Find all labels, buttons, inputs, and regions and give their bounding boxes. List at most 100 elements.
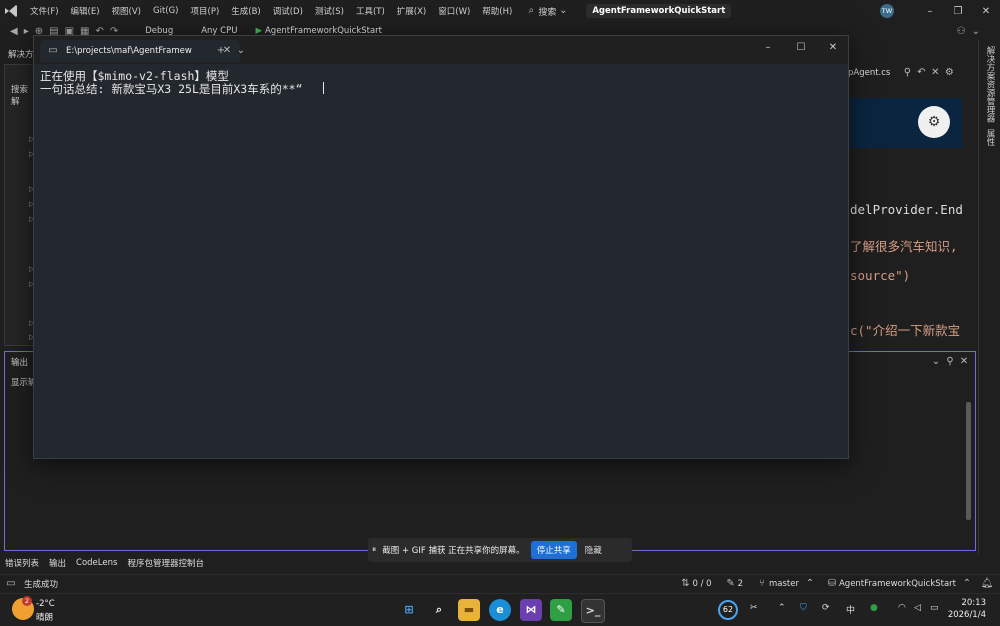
avatar[interactable]: TW bbox=[880, 4, 894, 18]
chevron-down-icon[interactable]: ⌄ bbox=[972, 26, 980, 37]
share-message: 截图 + GIF 捕获 正在共享你的屏幕。 bbox=[382, 546, 525, 556]
arrows-up-down-icon: ⇅ bbox=[681, 578, 690, 589]
build-status: 生成成功 bbox=[24, 580, 59, 590]
menu-help[interactable]: 帮助(H) bbox=[476, 5, 518, 17]
menu-debug[interactable]: 调试(D) bbox=[267, 5, 309, 17]
close-button[interactable]: ✕ bbox=[972, 6, 1000, 17]
clock-date[interactable]: 2026/1/4 bbox=[948, 610, 986, 620]
rail-properties[interactable]: 属性 bbox=[984, 129, 996, 146]
menu-search[interactable]: ⌕ 搜索 ⌄ bbox=[518, 4, 576, 18]
weather-desc[interactable]: 晴朗 bbox=[36, 611, 53, 623]
restore-button[interactable]: ❐ bbox=[944, 6, 972, 17]
edits-count[interactable]: 2 bbox=[738, 579, 743, 589]
start-icon[interactable]: ⊞ bbox=[398, 599, 420, 621]
menu-edit[interactable]: 编辑(E) bbox=[65, 5, 106, 17]
tab-error-list[interactable]: 错误列表 bbox=[0, 557, 44, 569]
screen-share-bar: ⏸ 截图 + GIF 捕获 正在共享你的屏幕。 停止共享 隐藏 bbox=[368, 538, 632, 562]
chevron-down-icon: ⌄ bbox=[559, 5, 568, 16]
editor-banner: ⚙ bbox=[850, 98, 962, 148]
search-icon: ⌕ bbox=[528, 5, 535, 16]
menu-tools[interactable]: 工具(T) bbox=[350, 5, 391, 17]
ime-indicator[interactable]: 中 bbox=[846, 603, 855, 616]
menu-view[interactable]: 视图(V) bbox=[106, 5, 147, 17]
terminal-tab[interactable]: ▭ E:\projects\maf\AgentFramew ✕ bbox=[40, 40, 240, 62]
undo-icon[interactable]: ↶ bbox=[914, 66, 928, 80]
code-line: source") bbox=[850, 268, 911, 283]
terminal-titlebar: ▭ E:\projects\maf\AgentFramew ✕ + ⌄ – ☐ … bbox=[34, 36, 848, 64]
git-changes-count[interactable]: 0 / 0 bbox=[692, 579, 711, 589]
weather-badge: 2 bbox=[22, 596, 32, 606]
terminal-window: ▭ E:\projects\maf\AgentFramew ✕ + ⌄ – ☐ … bbox=[33, 35, 849, 459]
pause-icon[interactable]: ⏸ bbox=[372, 545, 376, 555]
terminal-line: 一句话总结: 新款宝马X3 25L是目前X3车系的**“ bbox=[40, 82, 303, 96]
search-icon[interactable]: ⌕ bbox=[428, 599, 450, 621]
app-icon[interactable]: ✎ bbox=[550, 599, 572, 621]
visual-studio-icon[interactable]: ⋈ bbox=[520, 599, 542, 621]
menu-build[interactable]: 生成(B) bbox=[225, 5, 266, 17]
status-bar: ▭ 生成成功 ⇅ 0 / 0 ✎ 2 ⑂ master ⌃ ⛁ AgentFra… bbox=[0, 574, 1000, 593]
chevron-up-icon: ⌃ bbox=[805, 578, 815, 589]
code-line: 了解很多汽车知识, bbox=[850, 239, 958, 254]
terminal-minimize-button[interactable]: – bbox=[754, 42, 782, 53]
code-line: delProvider.End bbox=[850, 202, 963, 217]
gear-icon[interactable]: ⚙ bbox=[942, 66, 956, 80]
close-icon[interactable]: ✕ bbox=[957, 355, 971, 369]
wifi-icon[interactable]: ◠ bbox=[898, 603, 906, 613]
app-tray-icon[interactable]: ● bbox=[870, 603, 878, 613]
defender-icon[interactable]: ⛉ bbox=[800, 603, 807, 613]
snipping-tool-icon[interactable]: ✂ bbox=[750, 603, 758, 613]
menu-git[interactable]: Git(G) bbox=[147, 6, 185, 16]
menu-extensions[interactable]: 扩展(X) bbox=[391, 5, 432, 17]
close-icon[interactable]: ✕ bbox=[928, 66, 942, 80]
clock-time[interactable]: 20:13 bbox=[962, 598, 987, 608]
solution-explorer-panel: 搜索解 ▷ ▷ ▷ ▷ ▷ ▷ ▷ ▷ ▷ bbox=[4, 64, 36, 346]
chevron-down-icon[interactable]: ⌄ bbox=[234, 44, 248, 58]
chevron-down-icon[interactable]: ⌄ bbox=[929, 355, 943, 369]
menu-file[interactable]: 文件(F) bbox=[24, 5, 65, 17]
git-branch[interactable]: master bbox=[769, 579, 799, 589]
volume-icon[interactable]: ◁ bbox=[914, 603, 921, 613]
terminal-app-icon[interactable]: >_ bbox=[581, 599, 605, 623]
menu-project[interactable]: 项目(P) bbox=[185, 5, 226, 17]
terminal-icon: ▭ bbox=[48, 45, 58, 56]
copilot-logo-icon: ⚙ bbox=[918, 106, 950, 138]
back-icon[interactable]: ◀ bbox=[10, 26, 18, 37]
tab-package-manager-console[interactable]: 程序包管理器控制台 bbox=[122, 557, 209, 569]
terminal-tab-title: E:\projects\maf\AgentFramew bbox=[66, 46, 192, 56]
stop-sharing-button[interactable]: 停止共享 bbox=[530, 541, 577, 559]
chevron-up-icon: ⌃ bbox=[962, 578, 972, 589]
new-tab-icon[interactable]: + bbox=[214, 44, 228, 58]
chevron-up-icon[interactable]: ⌃ bbox=[778, 603, 786, 613]
project-title: AgentFrameworkQuickStart bbox=[586, 4, 732, 18]
editor-tab[interactable]: pAgent.cs bbox=[848, 68, 890, 78]
tab-codelens[interactable]: CodeLens bbox=[71, 558, 122, 568]
visual-studio-logo-icon bbox=[5, 5, 17, 17]
notifications-icon[interactable]: 🔔︎ bbox=[980, 577, 994, 591]
right-tool-rail: 解决方案资源管理器 属性 bbox=[978, 40, 1000, 560]
pin-icon[interactable]: ⚲ bbox=[900, 66, 914, 80]
output-scrollbar[interactable] bbox=[966, 402, 971, 520]
repo-name[interactable]: AgentFrameworkQuickStart bbox=[839, 579, 956, 589]
weather-temp[interactable]: -2°C bbox=[36, 599, 55, 609]
live-share-icon[interactable]: ⚇ bbox=[957, 26, 966, 37]
branch-icon: ⑂ bbox=[759, 578, 765, 589]
menu-test[interactable]: 测试(S) bbox=[309, 5, 350, 17]
minimize-button[interactable]: – bbox=[916, 6, 944, 17]
menu-search-label: 搜索 bbox=[538, 7, 557, 18]
file-explorer-icon[interactable]: ▬ bbox=[458, 599, 480, 621]
sync-icon[interactable]: ⟳ bbox=[822, 603, 830, 613]
solution-search-label[interactable]: 搜索解 bbox=[11, 83, 35, 107]
hide-button[interactable]: 隐藏 bbox=[585, 544, 602, 556]
pin-icon[interactable]: ⚲ bbox=[943, 355, 957, 369]
rail-solution-explorer[interactable]: 解决方案资源管理器 bbox=[984, 46, 996, 123]
forward-icon[interactable]: ▸ bbox=[24, 26, 29, 37]
edge-browser-icon[interactable]: e bbox=[489, 599, 511, 621]
menu-window[interactable]: 窗口(W) bbox=[432, 5, 476, 17]
output-window-icon[interactable]: ▭ bbox=[4, 577, 18, 591]
terminal-close-button[interactable]: ✕ bbox=[819, 42, 847, 53]
tab-output[interactable]: 输出 bbox=[44, 557, 71, 569]
terminal-maximize-button[interactable]: ☐ bbox=[787, 42, 815, 53]
menu-bar: 文件(F) 编辑(E) 视图(V) Git(G) 项目(P) 生成(B) 调试(… bbox=[0, 0, 1000, 22]
battery-icon[interactable]: ▭ bbox=[930, 603, 939, 613]
notification-count-badge[interactable]: 62 bbox=[718, 600, 738, 620]
